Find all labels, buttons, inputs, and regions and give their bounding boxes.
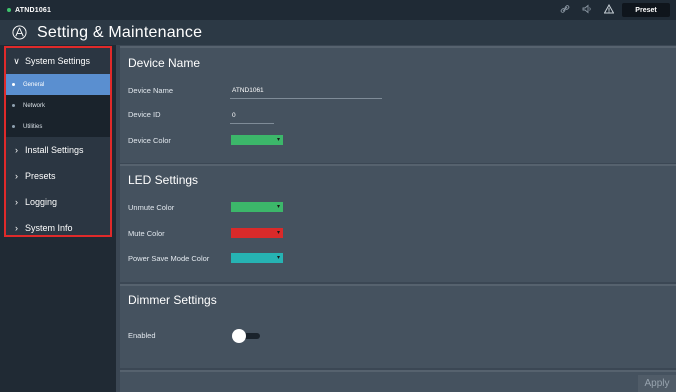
unmute-color-label: Unmute Color [128,203,175,212]
warning-icon[interactable] [604,4,614,14]
top-bar: ATND1061 Preset [0,0,676,20]
sidebar-item-label: Logging [25,197,58,207]
enabled-toggle[interactable] [232,329,262,343]
power-save-color-select[interactable]: ▾ [231,253,283,263]
sidebar-nav: ∨ System Settings General Network Utilit… [4,46,112,237]
device-id-label: Device ID [128,110,161,119]
chevron-right-icon: › [15,171,18,181]
sidebar-subitem-label: Network [23,102,46,109]
power-save-color-label: Power Save Mode Color [128,254,210,263]
sidebar-subitem-label: General [23,81,45,88]
device-name-section: Device Name Device Name ATND1061 Device … [120,46,676,163]
mute-color-select[interactable]: ▾ [231,228,283,238]
sidebar-item-system-settings[interactable]: ∨ System Settings [6,48,110,74]
chevron-right-icon: › [15,223,18,233]
page-header: Setting & Maintenance [0,20,676,45]
section-title: LED Settings [128,173,199,187]
sidebar-subitem-utilities[interactable]: Utilities [6,116,110,137]
device-name-label: Device Name [128,86,174,95]
dropdown-arrow-icon: ▾ [276,255,280,261]
chevron-right-icon: › [15,145,18,155]
sidebar-subitem-general[interactable]: General [6,74,110,95]
chevron-down-icon: ∨ [13,55,20,66]
link-icon[interactable] [560,4,570,14]
sub-nav-list: General Network Utilities [6,74,110,137]
sidebar-item-system-info[interactable]: › System Info [6,215,110,241]
section-title: Device Name [128,56,201,70]
bullet-icon [12,83,15,86]
section-title: Dimmer Settings [128,293,217,307]
led-settings-section: LED Settings Unmute Color ▾ Mute Color ▾… [120,164,676,282]
dimmer-settings-section: Dimmer Settings Enabled [120,284,676,368]
sidebar-item-logging[interactable]: › Logging [6,189,110,215]
mute-color-label: Mute Color [128,229,165,238]
device-name-input[interactable]: ATND1061 [232,87,264,94]
device-color-select[interactable]: ▾ [231,135,283,145]
dropdown-arrow-icon: ▾ [276,204,280,210]
audio-technica-logo [12,25,27,40]
sidebar-item-label: System Info [25,223,73,233]
sidebar-item-label: Presets [25,171,56,181]
apply-button[interactable]: Apply [638,375,676,392]
sidebar-item-label: System Settings [25,56,91,66]
footer-section [120,370,676,392]
sidebar-subitem-network[interactable]: Network [6,95,110,116]
dropdown-arrow-icon: ▾ [276,230,280,236]
device-name-underline [230,98,382,99]
dropdown-arrow-icon: ▾ [276,137,280,143]
sidebar-item-install-settings[interactable]: › Install Settings [6,137,110,163]
device-id-underline [230,123,274,124]
sidebar-subitem-label: Utilities [23,123,43,130]
device-id-value: 0 [232,112,236,119]
bullet-icon [12,125,15,128]
device-color-label: Device Color [128,136,171,145]
toggle-knob [232,329,246,343]
sidebar-item-presets[interactable]: › Presets [6,163,110,189]
speaker-icon[interactable] [582,4,592,14]
page-title: Setting & Maintenance [37,23,203,41]
preset-button[interactable]: Preset [622,3,670,17]
sidebar-item-label: Install Settings [25,145,84,155]
top-icons [560,4,614,14]
enabled-label: Enabled [128,331,156,340]
bullet-icon [12,104,15,107]
status-dot [7,8,11,12]
unmute-color-select[interactable]: ▾ [231,202,283,212]
device-label: ATND1061 [15,6,52,14]
chevron-right-icon: › [15,197,18,207]
